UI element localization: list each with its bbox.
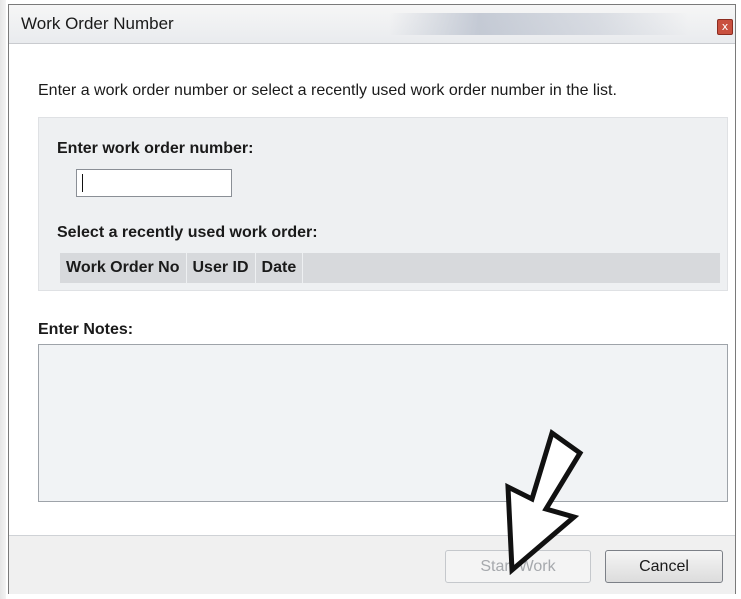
work-order-input[interactable]: [76, 169, 232, 197]
dialog-footer: Start Work Cancel: [9, 535, 735, 594]
work-order-group: Enter work order number: Select a recent…: [38, 117, 728, 291]
close-icon: x: [721, 20, 729, 33]
window-title: Work Order Number: [21, 14, 174, 33]
text-caret: [82, 174, 83, 192]
title-bar-blur: [389, 13, 689, 35]
notes-label: Enter Notes:: [38, 321, 134, 338]
close-button[interactable]: x: [717, 19, 733, 35]
title-bar[interactable]: Work Order Number x: [9, 5, 735, 44]
cancel-button[interactable]: Cancel: [605, 550, 723, 583]
notes-textarea[interactable]: [38, 344, 728, 502]
column-header-user-id[interactable]: User ID: [187, 253, 256, 283]
work-order-dialog: Work Order Number x Enter a work order n…: [8, 4, 736, 594]
recent-work-order-label: Select a recently used work order:: [57, 224, 318, 241]
background-window-edge: [0, 0, 6, 599]
screenshot-page: Work Order Number x Enter a work order n…: [0, 0, 741, 599]
column-header-date[interactable]: Date: [256, 253, 304, 283]
work-order-label: Enter work order number:: [57, 140, 254, 157]
arrow-annotation-icon: [505, 428, 584, 575]
instruction-text: Enter a work order number or select a re…: [38, 82, 617, 99]
column-header-work-order-no[interactable]: Work Order No: [60, 253, 187, 283]
recent-work-order-table-header: Work Order No User ID Date: [60, 253, 720, 283]
